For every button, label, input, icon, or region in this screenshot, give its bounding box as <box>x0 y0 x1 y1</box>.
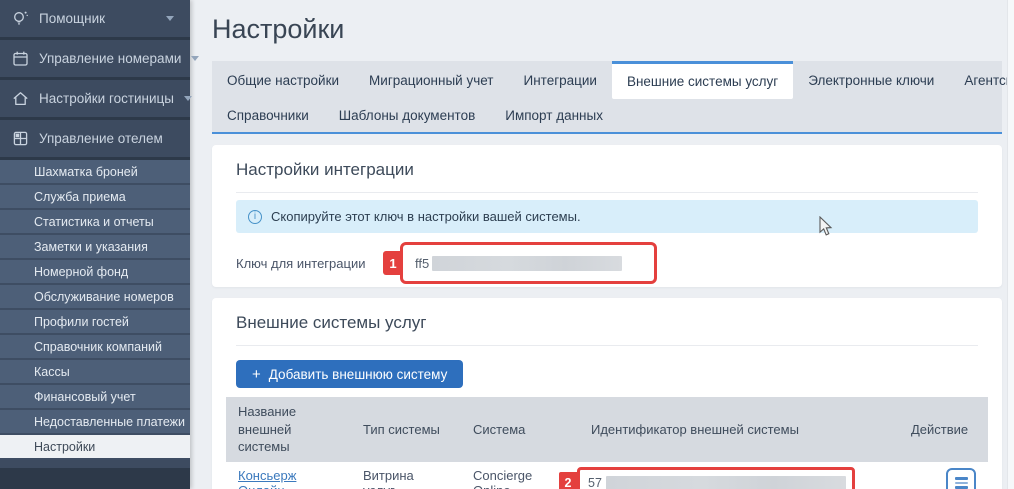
sidebar-sub-label: Финансовый учет <box>34 389 136 404</box>
home-icon <box>13 92 28 106</box>
tab-agent-services[interactable]: Агентские услуги <box>949 61 1014 99</box>
tab-data-import[interactable]: Импорт данных <box>490 99 618 132</box>
add-external-system-button[interactable]: + Добавить внешнюю систему <box>236 360 464 388</box>
sidebar-item-room-service[interactable]: Обслуживание номеров <box>0 285 190 310</box>
sidebar-item-reception[interactable]: Служба приема <box>0 185 190 210</box>
tab-integrations[interactable]: Интеграции <box>509 61 612 99</box>
card-divider <box>236 345 978 346</box>
main-content: Настройки Общие настройки Миграционный у… <box>190 0 1014 489</box>
sidebar-item-hotel-settings[interactable]: Настройки гостиницы <box>0 80 192 117</box>
sidebar-item-room-management[interactable]: Управление номерами <box>0 40 200 77</box>
sidebar-item-notes[interactable]: Заметки и указания <box>0 235 190 260</box>
header-system: Система <box>461 397 579 462</box>
masked-id-value <box>605 475 846 489</box>
sidebar-item-booking-chessboard[interactable]: Шахматка броней <box>0 160 190 185</box>
external-systems-title: Внешние системы услуг <box>236 313 427 332</box>
header-system-name: Название внешней системы <box>226 397 351 462</box>
external-id-value: 57 <box>588 475 602 489</box>
sidebar-sub-label: Заметки и указания <box>34 239 148 254</box>
sidebar-item-financial-accounting[interactable]: Финансовый учет <box>0 385 190 410</box>
external-systems-card: Внешние системы услуг + Добавить внешнюю… <box>212 298 1002 489</box>
sidebar-next-section-stub <box>0 460 190 468</box>
sidebar-item-label: Управление номерами <box>39 51 182 66</box>
annotation-badge-2: 2 <box>559 471 577 489</box>
app-window: Помощник Управление номерами Настройки г… <box>0 0 1014 489</box>
sidebar-item-hotel-administration[interactable]: Управление отелем <box>0 120 190 157</box>
info-banner: i Скопируйте этот ключ в настройки вашей… <box>236 200 978 233</box>
chevron-down-icon <box>191 56 200 61</box>
scrollbar-track[interactable] <box>1007 0 1014 489</box>
sidebar-sub-label: Статистика и отчеты <box>34 214 154 229</box>
external-system-link[interactable]: Консьерж Онлайн <box>238 468 296 489</box>
sidebar: Помощник Управление номерами Настройки г… <box>0 0 200 489</box>
external-systems-table: Название внешней системы Тип системы Сис… <box>226 397 988 489</box>
grid-icon <box>13 131 28 146</box>
chevron-down-icon <box>166 16 174 21</box>
tab-external-service-systems[interactable]: Внешние системы услуг <box>611 61 794 99</box>
sidebar-item-label: Помощник <box>39 11 106 26</box>
calendar-icon <box>13 51 28 66</box>
hamburger-menu-icon <box>954 477 968 489</box>
sidebar-item-company-directory[interactable]: Справочник компаний <box>0 335 190 360</box>
row-actions-button[interactable] <box>946 467 976 489</box>
sidebar-item-room-stock[interactable]: Номерной фонд <box>0 260 190 285</box>
sidebar-sub-label: Служба приема <box>34 189 126 204</box>
sidebar-item-label: Управление отелем <box>39 131 163 146</box>
integration-key-field[interactable]: ff5 <box>400 242 657 284</box>
integration-key-row: Ключ для интеграции 1 ff5 <box>212 241 1002 285</box>
tab-directories[interactable]: Справочники <box>212 99 324 132</box>
lightbulb-icon <box>14 11 28 25</box>
external-id-field: 2 57 <box>559 467 855 489</box>
cell-action <box>899 461 988 489</box>
tab-row-2: Справочники Шаблоны документов Импорт да… <box>212 99 1002 132</box>
info-icon: i <box>248 209 262 224</box>
sidebar-sub-label: Кассы <box>34 364 70 379</box>
header-system-type: Тип системы <box>351 397 461 462</box>
sidebar-item-settings-active[interactable]: Настройки <box>0 435 190 460</box>
sidebar-sub-label: Шахматка броней <box>34 164 138 179</box>
cell-system-name: Консьерж Онлайн <box>226 461 351 489</box>
table-header-row: Название внешней системы Тип системы Сис… <box>226 397 988 462</box>
sidebar-sub-label: Обслуживание номеров <box>34 289 174 304</box>
sidebar-item-guest-profiles[interactable]: Профили гостей <box>0 310 190 335</box>
tab-electronic-keys[interactable]: Электронные ключи <box>793 61 949 99</box>
header-action: Действие <box>899 397 988 462</box>
integration-settings-title: Настройки интеграции <box>236 160 414 179</box>
sidebar-item-undelivered-payments[interactable]: Недоставленные платежи <box>0 410 190 435</box>
sidebar-item-assistant[interactable]: Помощник <box>0 0 190 37</box>
masked-key-value <box>432 255 623 271</box>
page-title: Настройки <box>212 14 345 44</box>
sidebar-sub-label: Настройки <box>34 439 96 454</box>
sidebar-sub-label: Номерной фонд <box>34 264 129 279</box>
info-banner-text: Скопируйте этот ключ в настройки вашей с… <box>271 209 581 224</box>
tab-general-settings[interactable]: Общие настройки <box>212 61 354 99</box>
sidebar-item-cash-desks[interactable]: Кассы <box>0 360 190 385</box>
sidebar-sub-label: Недоставленные платежи <box>34 414 186 429</box>
integration-settings-card: Настройки интеграции i Скопируйте этот к… <box>212 145 1002 287</box>
tab-document-templates[interactable]: Шаблоны документов <box>324 99 490 132</box>
integration-key-label: Ключ для интеграции <box>236 255 366 271</box>
sidebar-sub-label: Профили гостей <box>34 314 129 329</box>
sidebar-sub-label: Справочник компаний <box>34 339 162 354</box>
sidebar-item-label: Настройки гостиницы <box>39 91 174 106</box>
header-external-id: Идентификатор внешней системы <box>579 397 899 462</box>
add-external-system-label: Добавить внешнюю систему <box>268 366 448 382</box>
sidebar-item-statistics[interactable]: Статистика и отчеты <box>0 210 190 235</box>
table-row: Консьерж Онлайн Витрина услуг Concierge … <box>226 461 988 489</box>
card-divider <box>236 192 978 193</box>
cell-external-id: 2 57 <box>559 461 899 489</box>
cell-system-type: Витрина услуг <box>351 461 461 489</box>
tab-migration-accounting[interactable]: Миграционный учет <box>354 61 508 99</box>
integration-key-value: ff5 <box>415 255 430 271</box>
tab-row-1: Общие настройки Миграционный учет Интегр… <box>212 61 1014 99</box>
plus-icon: + <box>252 365 261 383</box>
settings-tabbar: Общие настройки Миграционный учет Интегр… <box>212 61 1014 134</box>
chevron-down-icon <box>184 96 192 101</box>
